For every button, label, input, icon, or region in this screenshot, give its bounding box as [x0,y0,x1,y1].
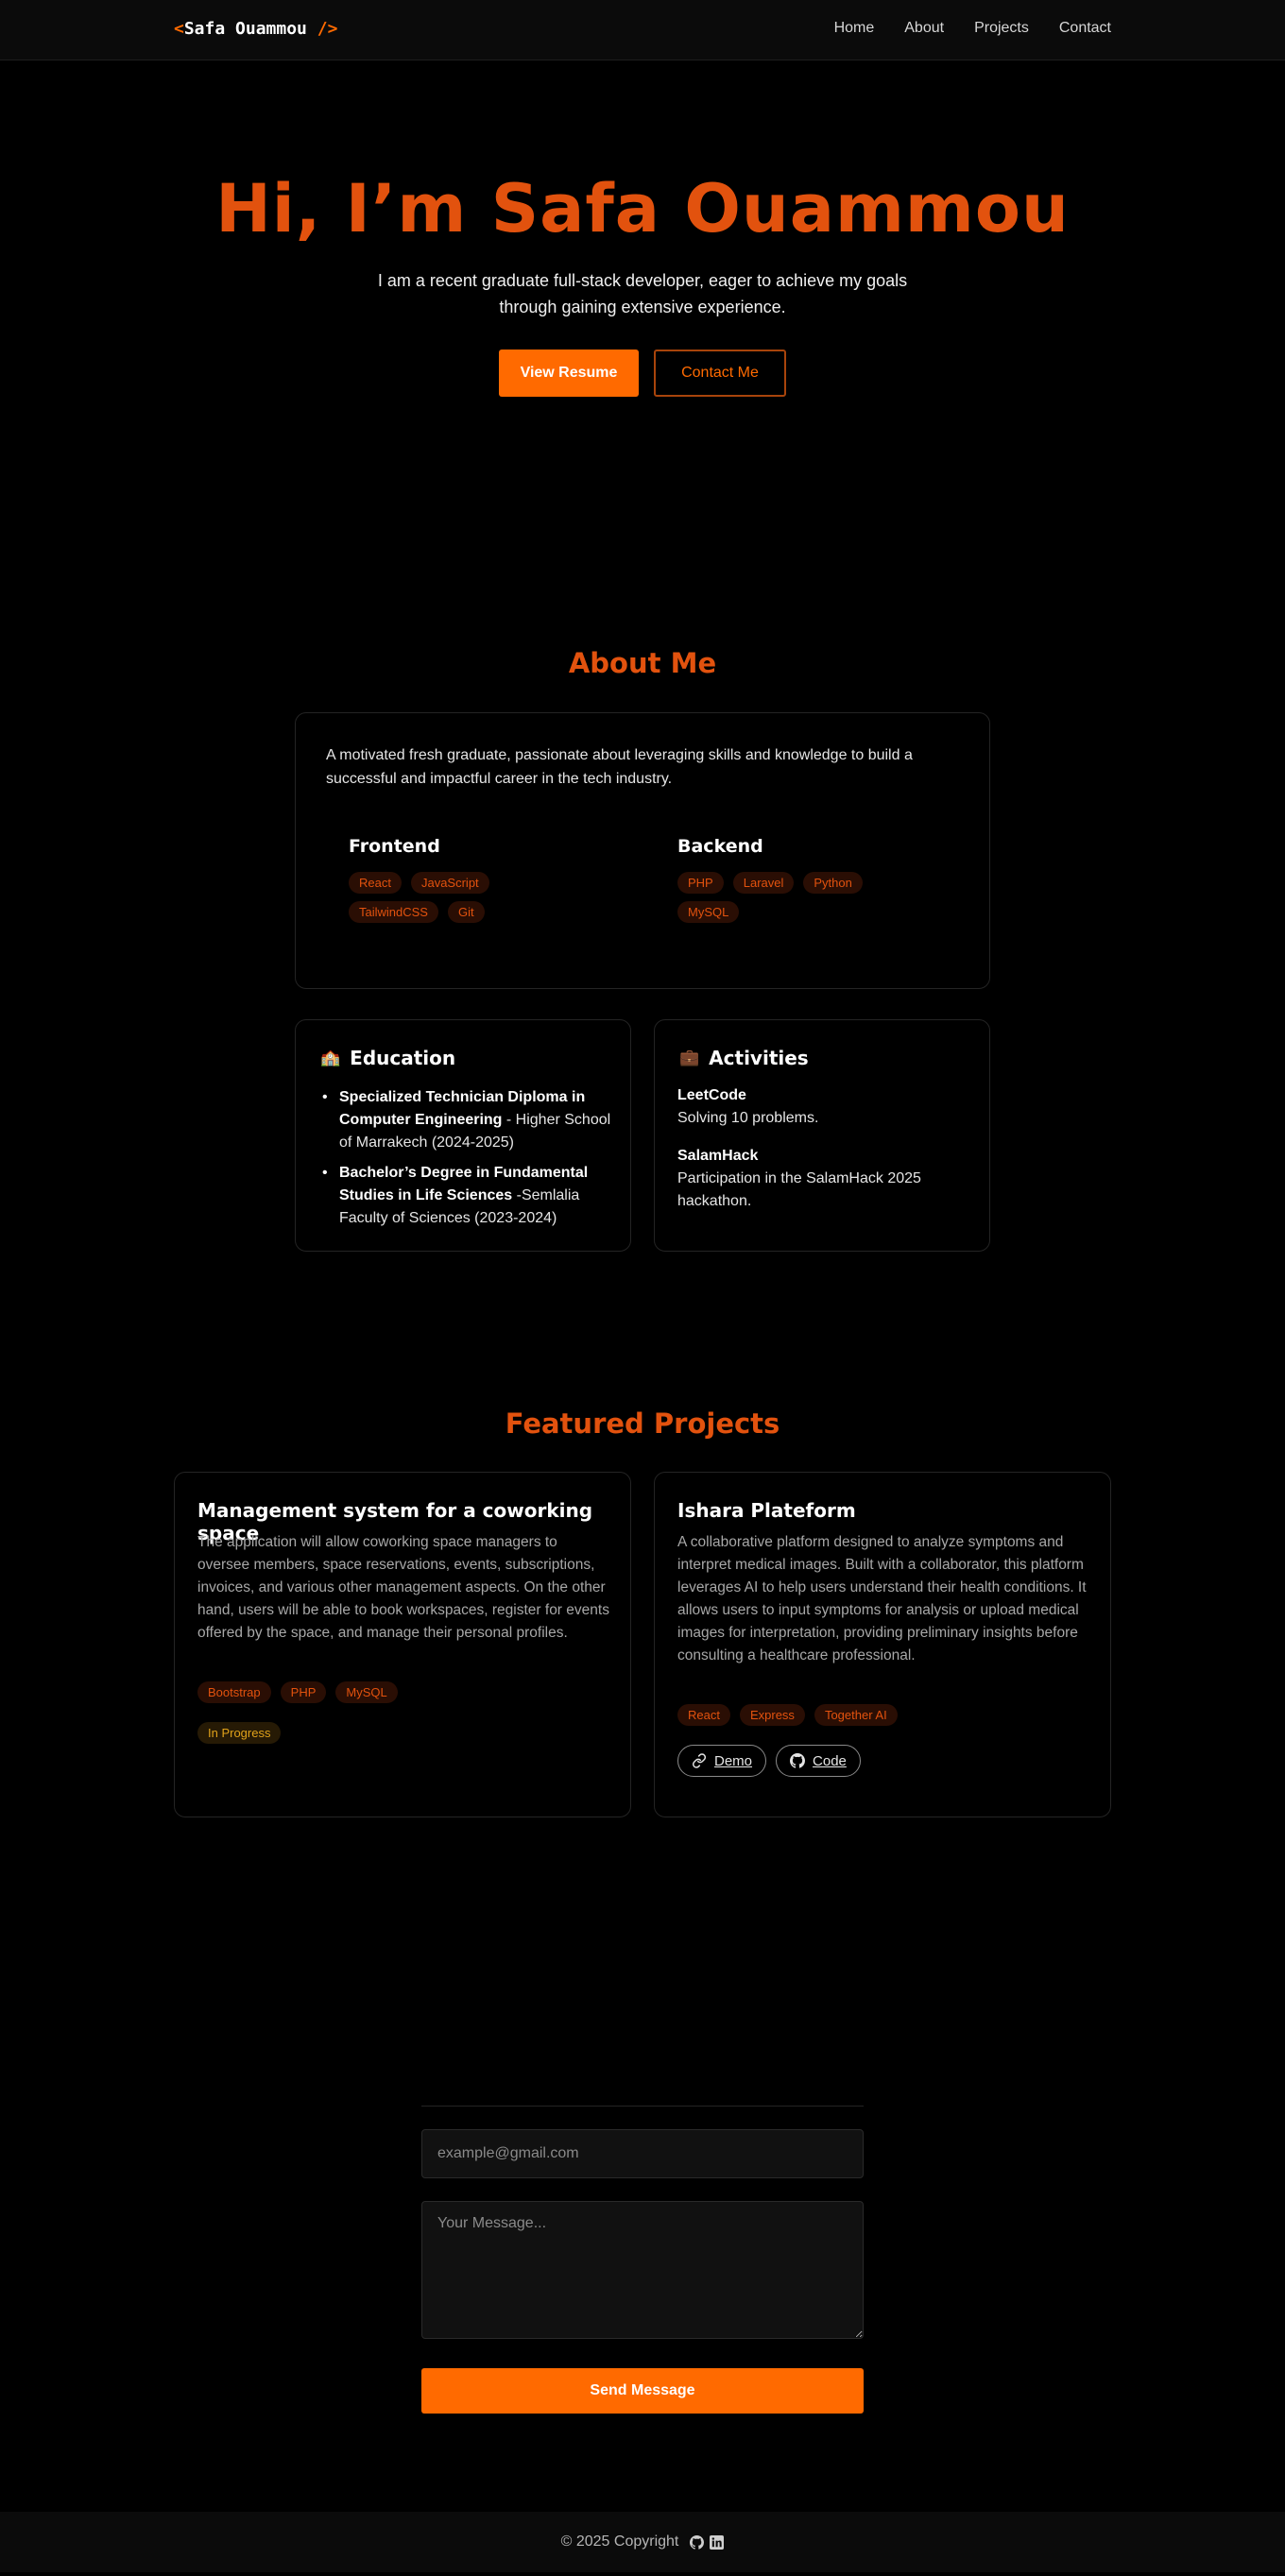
contact-divider [421,2106,864,2107]
activity-item: LeetCode Solving 10 problems. [677,1084,970,1130]
skill-tag: JavaScript [410,872,489,894]
status-badge: In Progress [197,1722,282,1744]
nav-link-home[interactable]: Home [834,20,875,37]
tech-tag: MySQL [335,1681,398,1703]
copyright-text: © 2025 Copyright [560,2533,679,2550]
activities-header: 💼 Activities [679,1047,809,1069]
logo-name: Safa Ouammou [183,19,307,39]
about-card: A motivated fresh graduate, passionate a… [295,712,990,989]
backend-skills: Backend PHP Laravel Python MySQL [677,836,961,923]
education-title: Education [350,1047,456,1069]
project-card: Ishara Plateform A collaborative platfor… [654,1472,1111,1817]
tech-tag: React [677,1704,730,1726]
skill-tag: MySQL [677,901,740,923]
project-description: The application will allow coworking spa… [197,1534,609,1641]
link-icon [692,1753,707,1768]
github-link[interactable] [690,2534,705,2550]
code-button[interactable]: Code [776,1745,861,1777]
logo-close-bracket: /> [317,19,338,39]
education-header: 🏫 Education [320,1047,455,1069]
skill-tag: TailwindCSS [349,901,438,923]
skill-tag: Git [447,901,485,923]
project-description: A collaborative platform designed to ana… [677,1534,1087,1663]
github-icon [790,1753,806,1768]
project-links: Demo Code [677,1745,861,1777]
project-status: In Progress [197,1722,282,1744]
activities-title: Activities [709,1047,809,1069]
nav-link-projects[interactable]: Projects [974,20,1029,37]
footer: © 2025 Copyright [0,2512,1285,2572]
top-navbar: <Safa Ouammou /> Home About Projects Con… [0,0,1285,60]
hero-title: Hi, I’m Safa Ouammou [215,170,1070,247]
demo-button[interactable]: Demo [677,1745,767,1777]
activity-name: LeetCode [677,1087,746,1103]
education-list: Specialized Technician Diploma in Comput… [318,1086,611,1237]
activity-name: SalamHack [677,1148,759,1164]
education-card: 🏫 Education Specialized Technician Diplo… [295,1019,631,1252]
site-logo[interactable]: <Safa Ouammou /> [174,19,337,39]
list-item: Bachelor’s Degree in Fundamental Studies… [318,1162,611,1230]
nav-links: Home About Projects Contact [834,20,1111,37]
activity-desc: Solving 10 problems. [677,1110,819,1126]
activities-card: 💼 Activities LeetCode Solving 10 problem… [654,1019,990,1252]
linkedin-icon [710,2534,725,2550]
email-field[interactable] [421,2129,864,2178]
briefcase-icon: 💼 [679,1049,700,1067]
backend-title: Backend [677,836,763,857]
activity-desc: Participation in the SalamHack 2025 hack… [677,1170,921,1209]
frontend-title: Frontend [349,836,440,857]
nav-link-about[interactable]: About [904,20,944,37]
demo-label: Demo [714,1752,753,1769]
frontend-skills: Frontend React JavaScript TailwindCSS Gi… [349,836,632,923]
tech-tag: Bootstrap [197,1681,271,1703]
send-message-button[interactable]: Send Message [421,2368,864,2414]
tech-tag: PHP [280,1681,327,1703]
skill-tag: PHP [677,872,724,894]
skill-tag: Laravel [732,872,795,894]
tech-tag: Express [739,1704,805,1726]
skill-tag: React [349,872,402,894]
view-resume-button[interactable]: View Resume [499,350,639,397]
activity-item: SalamHack Participation in the SalamHack… [677,1145,970,1213]
skill-tag: Python [803,872,863,894]
hero-subtitle: I am a recent graduate full-stack develo… [377,271,908,316]
project-tags: Bootstrap PHP MySQL [197,1681,398,1703]
contact-me-button[interactable]: Contact Me [654,350,786,397]
linkedin-link[interactable] [710,2534,725,2550]
project-tags: React Express Together AI [677,1704,898,1726]
code-label: Code [813,1752,847,1769]
about-section-title: About Me [568,647,717,679]
school-icon: 🏫 [320,1049,341,1067]
github-icon [690,2534,705,2550]
project-title: Ishara Plateform [677,1499,856,1522]
project-card: Management system for a coworking space … [174,1472,631,1817]
nav-link-contact[interactable]: Contact [1059,20,1111,37]
about-intro: A motivated fresh graduate, passionate a… [326,747,913,787]
projects-section-title: Featured Projects [505,1407,780,1440]
list-item: Specialized Technician Diploma in Comput… [318,1086,611,1154]
tech-tag: Together AI [814,1704,898,1726]
logo-open-bracket: < [174,19,184,39]
message-field[interactable] [421,2201,864,2339]
